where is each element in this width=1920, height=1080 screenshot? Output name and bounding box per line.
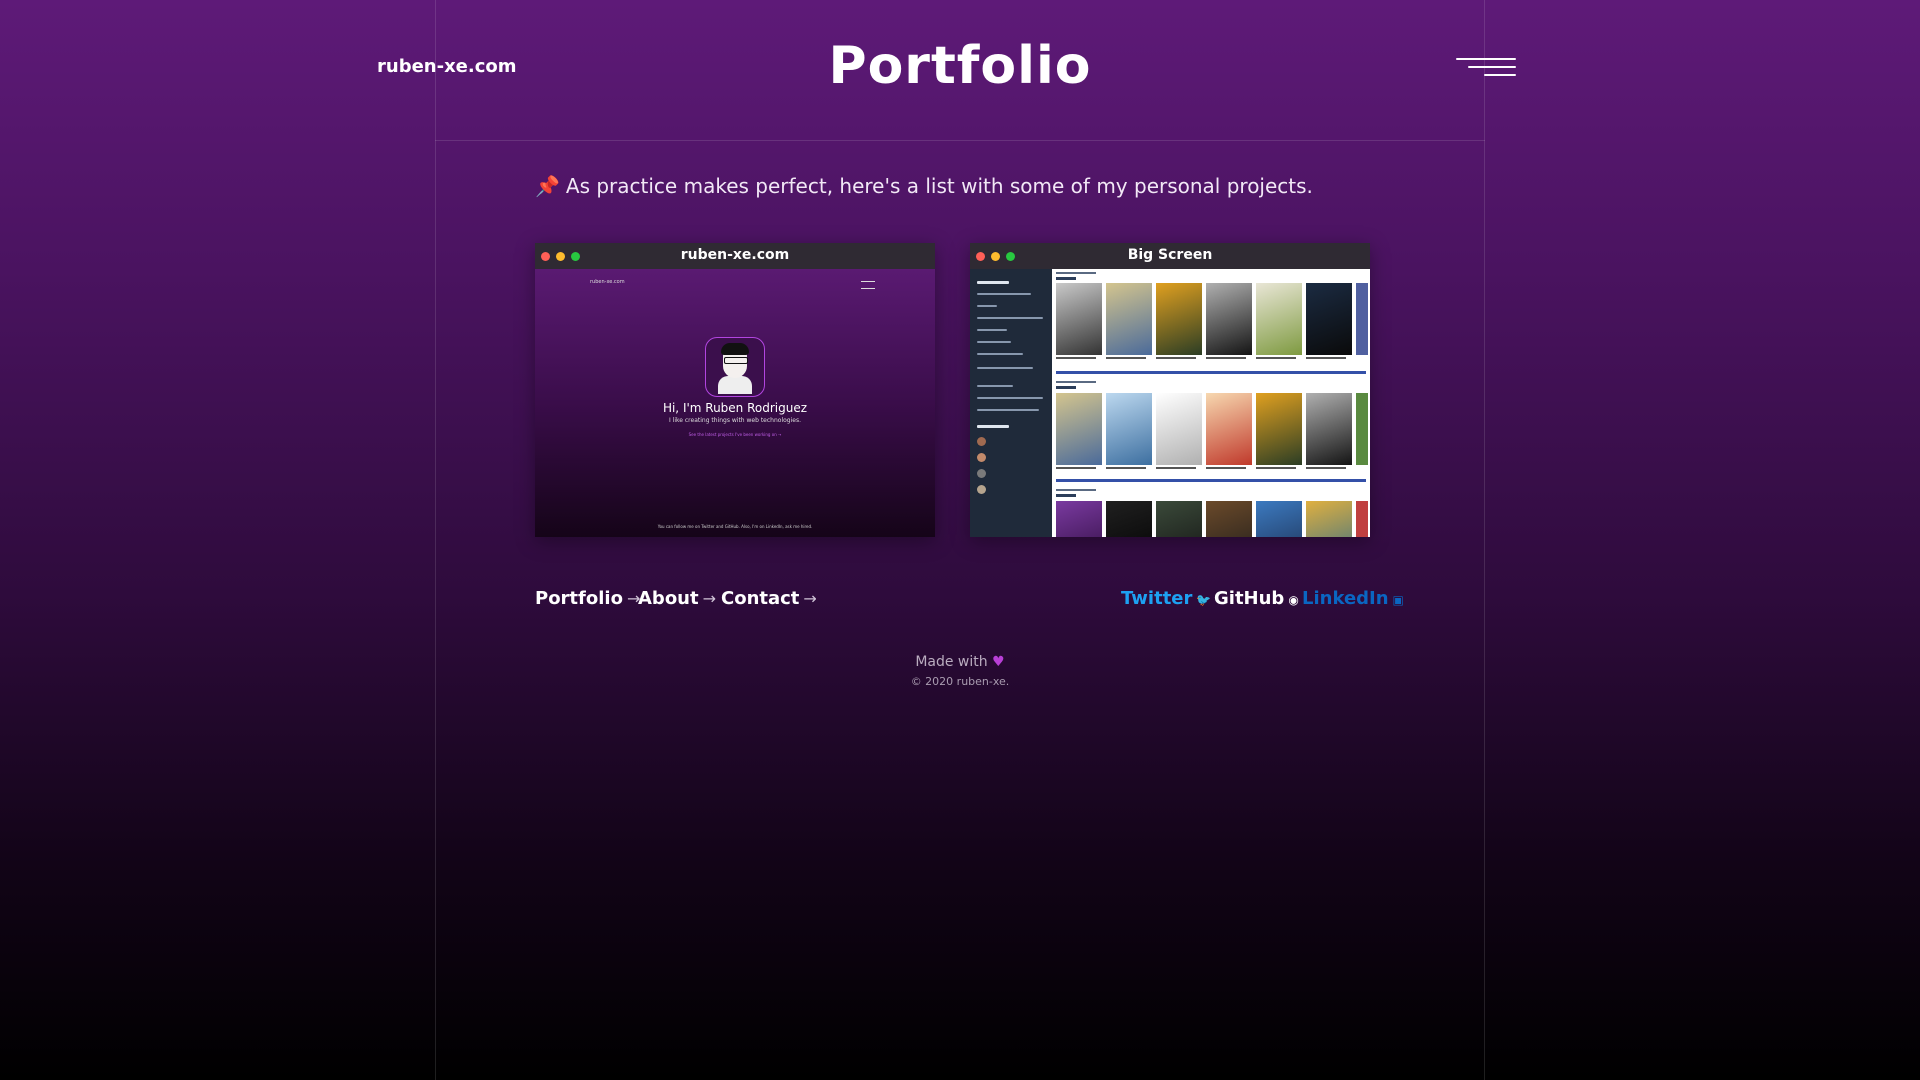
twitter-link[interactable]: Twitter 🐦	[1121, 588, 1211, 609]
nav-contact-link[interactable]: Contact →	[721, 588, 817, 609]
nav-label: Portfolio	[535, 588, 623, 609]
project-card-ruben-xe[interactable]: ruben-xe.com ruben-xe.com Hi, I'm Ruben …	[535, 243, 935, 537]
copyright: © 2020 ruben-xe.	[910, 675, 1010, 688]
window-titlebar: Big Screen	[970, 243, 1370, 269]
nav-about-link[interactable]: About →	[638, 588, 716, 609]
made-with-label: Made with	[915, 654, 988, 670]
nav-label: About	[638, 588, 699, 609]
header-divider	[435, 140, 1485, 141]
nav-label: Contact	[721, 588, 800, 609]
heart-icon: ♥	[992, 654, 1005, 670]
twitter-icon: 🐦	[1196, 593, 1212, 607]
arrow-right-icon: →	[702, 589, 717, 608]
pushpin-icon: 📌	[535, 174, 560, 198]
linkedin-icon: ▣	[1392, 593, 1404, 607]
preview-footer: You can follow me on Twitter and GitHub.…	[657, 524, 813, 529]
linkedin-link[interactable]: LinkedIn ▣	[1302, 588, 1404, 609]
project-title: Big Screen	[1127, 247, 1213, 263]
project-card-big-screen[interactable]: Big Screen	[970, 243, 1370, 537]
github-label: GitHub	[1214, 588, 1285, 609]
github-link[interactable]: GitHub ◉	[1214, 588, 1299, 609]
window-titlebar: ruben-xe.com	[535, 243, 935, 269]
twitter-label: Twitter	[1121, 588, 1193, 609]
menu-icon[interactable]	[1452, 56, 1516, 86]
preview-link: See the latest projects I've been workin…	[688, 432, 782, 437]
made-with-text: Made with ♥	[0, 654, 1920, 670]
preview-main	[1054, 269, 1370, 537]
nav-portfolio-link[interactable]: Portfolio →	[535, 588, 640, 609]
project-screenshot	[970, 269, 1370, 537]
page-title: Portfolio	[828, 36, 1092, 96]
intro-label: As practice makes perfect, here's a list…	[565, 174, 1313, 198]
preview-menu-icon	[861, 281, 875, 289]
avatar	[705, 337, 765, 397]
intro-text: 📌 As practice makes perfect, here's a lis…	[535, 174, 1313, 198]
project-screenshot: ruben-xe.com Hi, I'm Ruben Rodriguez I l…	[535, 269, 935, 537]
left-guide-line	[435, 0, 436, 1080]
arrow-right-icon: →	[803, 589, 817, 608]
linkedin-label: LinkedIn	[1302, 588, 1389, 609]
github-icon: ◉	[1288, 593, 1299, 607]
preview-sidebar	[970, 269, 1052, 537]
right-guide-line	[1484, 0, 1485, 1080]
preview-brand: ruben-xe.com	[590, 279, 625, 285]
preview-greeting: Hi, I'm Ruben Rodriguez	[662, 401, 808, 415]
project-title: ruben-xe.com	[680, 247, 790, 263]
preview-subtitle: I like creating things with web technolo…	[669, 417, 801, 424]
